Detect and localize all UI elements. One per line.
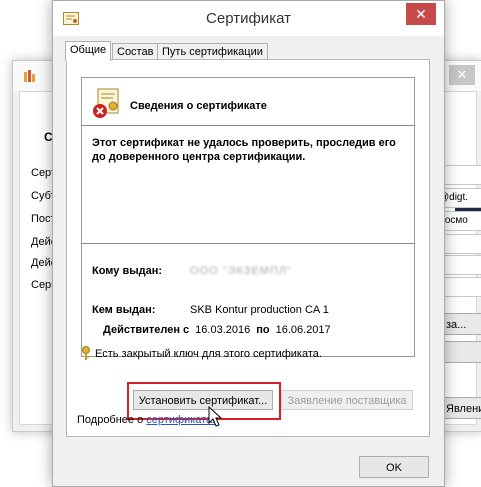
tab-details[interactable]: Состав [112,43,159,60]
valid-from-date: 16.03.2016 [195,324,251,336]
info-heading: Сведения о сертификате [130,100,267,112]
certificate-app-icon [24,70,35,82]
issued-to-value: ООО "ЭКЗЕМПЛ" [190,265,292,277]
background-button[interactable]: Явление [439,397,481,419]
close-button[interactable]: ✕ [406,3,436,25]
certificate-error-icon [93,88,119,118]
learn-more-row: Подробнее о сертификатах [77,414,218,426]
key-icon [82,346,90,360]
certificate-info-box: Сведения о сертификате Этот сертификат н… [81,77,415,357]
divider [82,243,414,244]
background-button[interactable] [439,341,481,363]
issued-by-label: Кем выдан: [92,304,156,316]
ok-button[interactable]: OK [359,456,429,478]
mouse-cursor-icon [208,406,222,427]
background-button[interactable]: за... [439,313,481,335]
divider [82,125,414,126]
learn-more-text: Подробнее о [77,414,144,426]
issued-by-value: SKB Kontur production CA 1 [190,304,329,316]
private-key-text: Есть закрытый ключ для этого сертификата… [95,348,322,360]
private-key-row: Есть закрытый ключ для этого сертификата… [81,346,322,360]
tab-panel-general: Сведения о сертификате Этот сертификат н… [66,59,430,437]
verification-error-text: Этот сертификат не удалось проверить, пр… [92,137,396,163]
validity-row: Действителен с 16.03.2016 по 16.06.2017 [103,324,331,336]
certificate-dialog: Сертификат ✕ Общие Состав Путь сертифика… [52,0,445,487]
issued-to-label: Кому выдан: [92,265,163,277]
background-close-button[interactable]: ✕ [449,65,475,85]
dialog-title: Сертификат [206,10,291,27]
certificates-link[interactable]: сертификатах [146,414,217,426]
dialog-titlebar: Сертификат ✕ [53,1,444,36]
valid-from-label: Действителен с [103,324,190,336]
valid-to-label: по [256,324,270,336]
tab-general[interactable]: Общие [65,41,112,61]
provider-statement-button[interactable]: Заявление поставщика [281,390,413,410]
tab-certification-path[interactable]: Путь сертификации [157,43,268,60]
valid-to-date: 16.06.2017 [275,324,331,336]
